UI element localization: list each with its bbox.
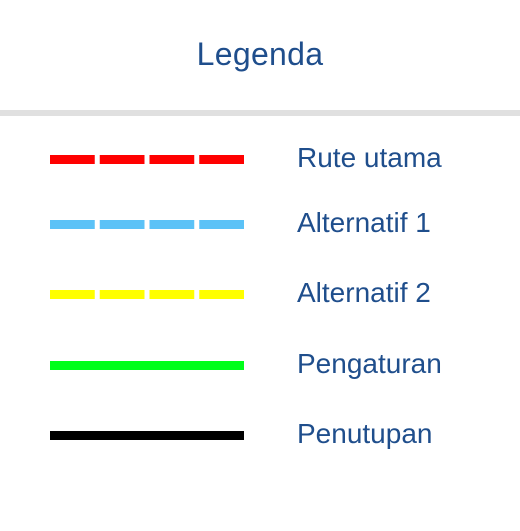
dash-segment [99, 155, 145, 164]
solid-segment [50, 431, 244, 440]
legend-item-alternatif-1: Alternatif 1 [0, 189, 520, 249]
legend-item-pengaturan: Pengaturan [0, 330, 520, 390]
dash-segment [50, 290, 95, 299]
dash-segment [199, 220, 244, 229]
legend-title: Legenda [196, 35, 324, 72]
dash-segment [199, 290, 244, 299]
legend-item-rute-utama: Rute utama [0, 124, 520, 184]
light-blue-dashed-line-icon [50, 220, 244, 229]
green-solid-line-icon [50, 361, 244, 370]
legend-label: Rute utama [297, 142, 442, 173]
legend-label: Alternatif 1 [297, 207, 431, 238]
dash-segment [99, 290, 145, 299]
solid-segment [50, 361, 244, 370]
dash-segment [199, 155, 244, 164]
dash-segment [99, 220, 145, 229]
red-dashed-line-icon [50, 155, 244, 164]
dash-segment [149, 155, 195, 164]
legend-item-penutupan: Penutupan [0, 400, 520, 460]
legend-header: Legenda [0, 0, 520, 108]
dash-segment [149, 290, 195, 299]
dash-segment [50, 155, 95, 164]
yellow-dashed-line-icon [50, 290, 244, 299]
legend-label: Penutupan [297, 418, 433, 449]
dash-segment [50, 220, 95, 229]
legend-divider [0, 110, 520, 116]
legend-item-alternatif-2: Alternatif 2 [0, 259, 520, 319]
black-solid-line-icon [50, 431, 244, 440]
legend-label: Pengaturan [297, 348, 442, 379]
legend-label: Alternatif 2 [297, 277, 431, 308]
dash-segment [149, 220, 195, 229]
